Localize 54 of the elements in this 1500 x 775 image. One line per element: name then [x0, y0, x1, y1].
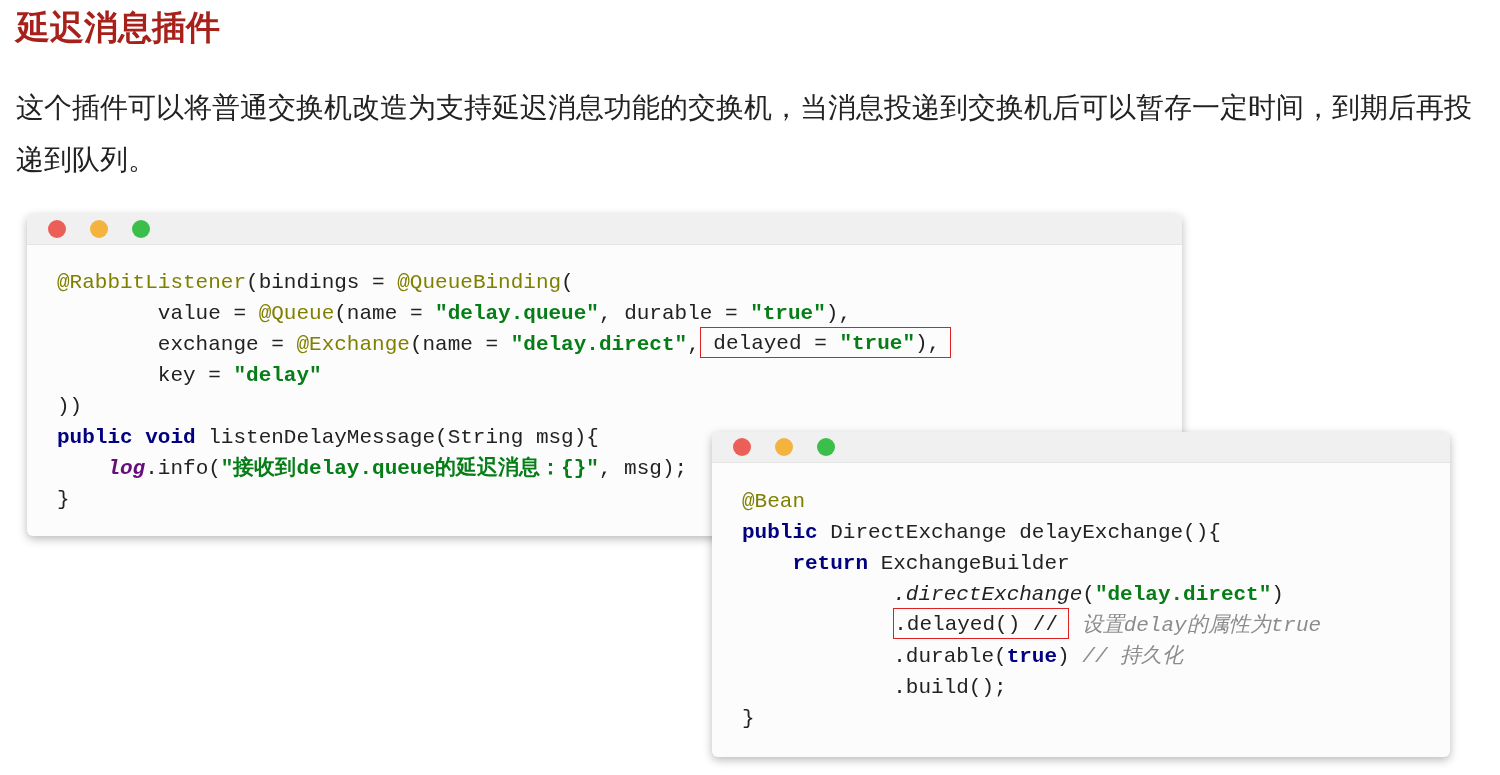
- code-text: ): [1057, 644, 1071, 670]
- code-text: , msg);: [598, 456, 688, 482]
- window-control-icon[interactable]: [90, 220, 108, 238]
- code-text: ,: [687, 332, 700, 358]
- method-name: .directExchange: [892, 582, 1083, 608]
- string-literal: "true": [839, 331, 915, 357]
- string-literal: "接收到delay.queue的延迟消息：{}": [220, 455, 599, 482]
- annotation-text: @Queue: [258, 301, 335, 327]
- window-control-icon[interactable]: [132, 220, 150, 238]
- annotation-text: @Exchange: [296, 332, 410, 358]
- string-literal: "delay.direct": [1094, 582, 1272, 608]
- code-text: (: [561, 270, 574, 296]
- window-control-icon[interactable]: [48, 220, 66, 238]
- code-text: (bindings =: [246, 270, 386, 296]
- string-literal: "delay.direct": [510, 332, 688, 358]
- string-literal: "delay": [233, 363, 322, 389]
- section-heading: 延迟消息插件: [16, 6, 220, 48]
- code-comment: 设置delay的属性为true: [1080, 612, 1322, 639]
- window-control-icon[interactable]: [775, 438, 793, 456]
- annotation-text: @Bean: [742, 489, 805, 515]
- code-text: ),: [825, 301, 851, 327]
- code-text: }: [742, 706, 755, 732]
- code-text: }: [57, 487, 70, 513]
- code-text: .durable(: [892, 644, 1007, 670]
- code-text: , durable =: [598, 301, 739, 327]
- code-text: (name =: [334, 301, 424, 327]
- code-text: .info(: [145, 456, 221, 482]
- code-text: ExchangeBuilder: [879, 551, 1070, 577]
- code-text: listenDelayMessage(String msg){: [207, 425, 599, 451]
- code-text: ),: [915, 331, 941, 357]
- annotation-text: @RabbitListener: [57, 270, 247, 296]
- code-text: (: [1082, 582, 1095, 608]
- string-literal: "true": [750, 301, 826, 327]
- code-text: DirectExchange delayExchange(){: [829, 520, 1221, 546]
- keyword-text: return: [791, 551, 869, 577]
- keyword-text: true: [1006, 644, 1058, 670]
- code-text: (name =: [409, 332, 500, 358]
- keyword-text: public void: [57, 425, 196, 451]
- window-control-icon[interactable]: [817, 438, 835, 456]
- code-text: )): [57, 394, 83, 420]
- field-name: log: [106, 456, 146, 482]
- code-text: value =: [156, 301, 248, 327]
- keyword-text: public: [742, 520, 818, 546]
- code-text: .delayed() //: [894, 612, 1059, 638]
- string-literal: "delay.queue": [435, 301, 599, 327]
- code-text: .build();: [892, 675, 1007, 701]
- annotation-text: @QueueBinding: [397, 270, 562, 296]
- code-text: exchange =: [156, 332, 285, 358]
- code-text: ): [1271, 582, 1284, 608]
- window-control-icon[interactable]: [733, 438, 751, 456]
- code-text: delayed =: [712, 331, 828, 357]
- code-comment: // 持久化: [1082, 644, 1184, 670]
- code-text: key =: [156, 363, 222, 389]
- description-paragraph: 这个插件可以将普通交换机改造为支持延迟消息功能的交换机，当消息投递到交换机后可以暂存一定时间，到期后再投递到队列。: [16, 90, 1473, 178]
